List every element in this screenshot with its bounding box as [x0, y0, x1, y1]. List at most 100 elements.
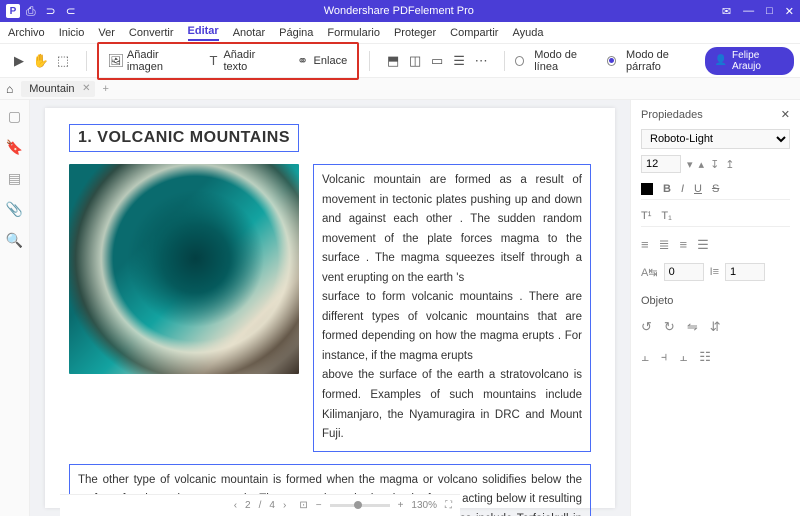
- user-button[interactable]: 👤 Felipe Araujo: [705, 47, 794, 75]
- align-obj-right-icon[interactable]: ⫠: [679, 349, 687, 365]
- line-spacing-label: I≡: [710, 266, 719, 278]
- color-swatch[interactable]: [641, 183, 653, 195]
- minimize-icon[interactable]: —: [743, 5, 754, 18]
- image-icon: 🖼: [109, 54, 123, 68]
- document-area[interactable]: 1. VOLCANIC MOUNTAINS Volcanic mountain …: [30, 100, 630, 516]
- increase-size-icon[interactable]: ▴: [699, 158, 705, 171]
- menu-pagina[interactable]: Página: [279, 27, 313, 39]
- highlighted-tools: 🖼 Añadir imagen T Añadir texto ⚭ Enlace: [97, 42, 359, 80]
- user-icon: 👤: [715, 55, 727, 66]
- fullscreen-icon[interactable]: ⛶: [445, 500, 452, 511]
- rotate-left-icon[interactable]: ↺: [641, 319, 652, 335]
- document-image[interactable]: [69, 164, 299, 374]
- align-center-icon[interactable]: ≣: [659, 237, 670, 253]
- bold-icon[interactable]: B: [663, 183, 671, 195]
- menu-ver[interactable]: Ver: [98, 27, 115, 39]
- page-number[interactable]: 2: [245, 500, 251, 511]
- watermark-icon[interactable]: ◫: [408, 54, 422, 68]
- zoom-value: 130%: [411, 500, 437, 511]
- menu-anotar[interactable]: Anotar: [233, 27, 265, 39]
- object-section-title: Objeto: [641, 295, 673, 307]
- menu-editar[interactable]: Editar: [188, 25, 219, 41]
- align-obj-left-icon[interactable]: ⫠: [641, 349, 649, 365]
- font-size-input[interactable]: [641, 155, 681, 173]
- tab-close-icon[interactable]: ✕: [82, 83, 90, 94]
- header-footer-icon[interactable]: ☰: [452, 54, 466, 68]
- align-right-icon[interactable]: ≡: [680, 237, 688, 253]
- text-icon: T: [208, 54, 220, 68]
- maximize-icon[interactable]: □: [766, 5, 773, 18]
- more-icon[interactable]: ⋯: [474, 54, 488, 68]
- subscript-icon[interactable]: T₁: [661, 210, 671, 222]
- properties-panel: Propiedades ✕ Roboto-Light ▾ ▴ ↧ ↥ B I U…: [630, 100, 800, 516]
- new-tab-icon[interactable]: +: [103, 83, 109, 95]
- hand-icon[interactable]: ✋: [34, 54, 48, 68]
- zoom-in-icon[interactable]: +: [398, 500, 404, 511]
- zoom-slider[interactable]: [330, 504, 390, 507]
- prev-page-icon[interactable]: ‹: [234, 500, 237, 511]
- rotate-right-icon[interactable]: ↻: [664, 319, 675, 335]
- menu-formulario[interactable]: Formulario: [327, 27, 380, 39]
- align-justify-icon[interactable]: ☰: [697, 237, 709, 253]
- window-title: Wondershare PDFelement Pro: [76, 5, 722, 17]
- print-icon[interactable]: ⎙: [26, 4, 36, 19]
- menu-proteger[interactable]: Proteger: [394, 27, 436, 39]
- menu-inicio[interactable]: Inicio: [59, 27, 85, 39]
- flip-h-icon[interactable]: ⇋: [687, 319, 698, 335]
- link-button[interactable]: ⚭ Enlace: [290, 46, 354, 76]
- zoom-out-icon[interactable]: −: [316, 500, 322, 511]
- add-text-button[interactable]: T Añadir texto: [202, 46, 280, 76]
- comments-icon[interactable]: ▤: [8, 170, 21, 187]
- baseline-down-icon[interactable]: ↧: [710, 158, 719, 171]
- menu-convertir[interactable]: Convertir: [129, 27, 174, 39]
- underline-icon[interactable]: U: [694, 183, 702, 195]
- crop-icon[interactable]: ⬒: [386, 54, 400, 68]
- mode-paragraph-label: Modo de párrafo: [626, 49, 699, 73]
- close-icon[interactable]: ✕: [785, 5, 794, 18]
- next-page-icon[interactable]: ›: [283, 500, 286, 511]
- flip-v-icon[interactable]: ⇵: [710, 319, 721, 335]
- attachments-icon[interactable]: 📎: [6, 201, 23, 218]
- indent-left-label: A↹: [641, 266, 658, 279]
- page-total: 4: [269, 500, 275, 511]
- mode-line-label: Modo de línea: [534, 49, 597, 73]
- align-obj-center-icon[interactable]: ⫞: [661, 349, 668, 365]
- search-icon[interactable]: 🔍: [6, 232, 23, 249]
- line-spacing-input[interactable]: [725, 263, 765, 281]
- menu-ayuda[interactable]: Ayuda: [512, 27, 543, 39]
- document-tab[interactable]: Mountain ✕: [21, 81, 94, 97]
- italic-icon[interactable]: I: [681, 183, 684, 195]
- home-icon[interactable]: ⌂: [6, 82, 13, 96]
- strike-icon[interactable]: S: [712, 183, 719, 195]
- menubar: Archivo Inicio Ver Convertir Editar Anot…: [0, 22, 800, 44]
- redo-icon[interactable]: ⊂: [66, 4, 76, 19]
- undo-icon[interactable]: ⊃: [46, 4, 56, 19]
- bookmarks-icon[interactable]: 🔖: [6, 139, 23, 156]
- notify-icon[interactable]: ✉: [722, 5, 731, 18]
- add-image-button[interactable]: 🖼 Añadir imagen: [103, 46, 192, 76]
- mode-line-radio[interactable]: [515, 56, 524, 66]
- panel-close-icon[interactable]: ✕: [781, 108, 790, 121]
- superscript-icon[interactable]: T¹: [641, 210, 651, 222]
- baseline-up-icon[interactable]: ↥: [725, 158, 734, 171]
- mode-paragraph-radio[interactable]: [607, 56, 616, 66]
- align-left-icon[interactable]: ≡: [641, 237, 649, 253]
- menu-archivo[interactable]: Archivo: [8, 27, 45, 39]
- link-icon: ⚭: [296, 54, 310, 68]
- background-icon[interactable]: ▭: [430, 54, 444, 68]
- page: 1. VOLCANIC MOUNTAINS Volcanic mountain …: [45, 108, 615, 508]
- menu-compartir[interactable]: Compartir: [450, 27, 498, 39]
- toolbar: ▶ ✋ ⬚ 🖼 Añadir imagen T Añadir texto ⚭ E…: [0, 44, 800, 78]
- font-select[interactable]: Roboto-Light: [641, 129, 790, 149]
- edit-icon[interactable]: ⬚: [56, 54, 70, 68]
- app-logo: P: [6, 4, 20, 18]
- statusbar: ‹ 2 / 4 › ⊡ − + 130% ⛶: [60, 494, 460, 516]
- distribute-icon[interactable]: ☷: [699, 349, 711, 365]
- indent-left-input[interactable]: [664, 263, 704, 281]
- fit-page-icon[interactable]: ⊡: [299, 500, 307, 511]
- thumbnails-icon[interactable]: ▢: [8, 108, 21, 125]
- page-heading[interactable]: 1. VOLCANIC MOUNTAINS: [69, 124, 299, 152]
- select-icon[interactable]: ▶: [12, 54, 26, 68]
- text-block-1[interactable]: Volcanic mountain are formed as a result…: [313, 164, 591, 452]
- decrease-size-icon[interactable]: ▾: [687, 158, 693, 171]
